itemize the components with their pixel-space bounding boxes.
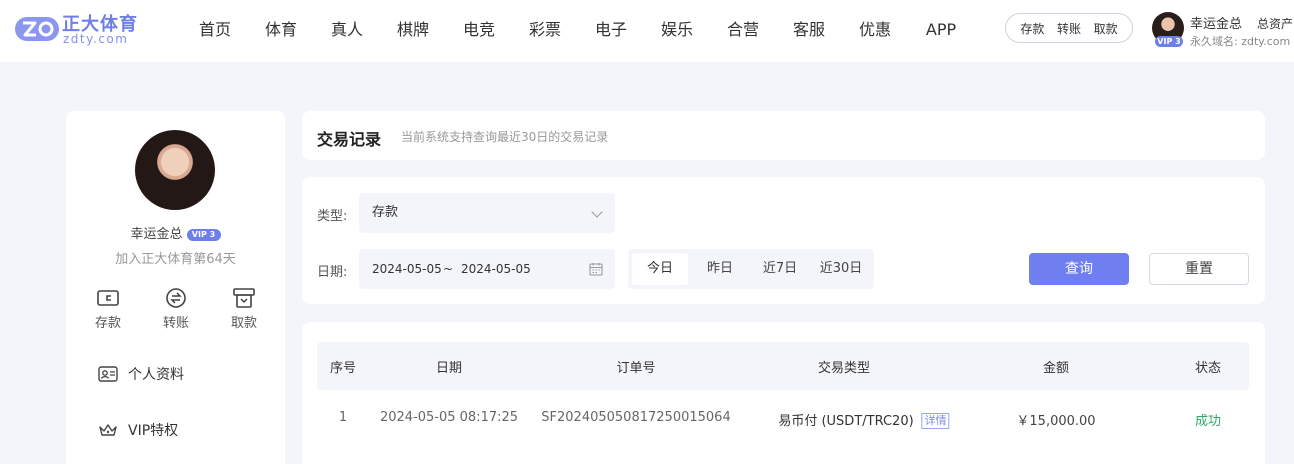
profile-name: 幸运金总 xyxy=(130,227,183,242)
query-button[interactable]: 查询 xyxy=(1029,253,1129,285)
col-header-index: 序号 xyxy=(329,361,357,376)
nav-item-promotions[interactable]: 优惠 xyxy=(842,0,908,62)
sidebar-withdraw-button[interactable]: 取款 xyxy=(212,287,276,331)
sidebar-item-profile[interactable]: 个人资料 xyxy=(98,362,184,386)
wallet-icon xyxy=(97,290,119,306)
table-row: 1 2024-05-05 08:17:25 SF2024050508172500… xyxy=(317,398,1249,438)
type-select-value: 存款 xyxy=(372,205,399,220)
sidebar-item-label: VIP特权 xyxy=(128,423,179,439)
sidebar-deposit-button[interactable]: 存款 xyxy=(76,287,140,331)
filter-card: 类型: 存款 日期: 2024-05-05 ~ 2024-05-05 今日 昨日… xyxy=(302,177,1265,304)
date-separator: ~ xyxy=(443,262,454,276)
date-label: 日期: xyxy=(317,265,348,280)
nav-item-esports[interactable]: 电竞 xyxy=(446,0,512,62)
reset-button[interactable]: 重置 xyxy=(1149,253,1249,285)
page-header-card: 交易记录 当前系统支持查询最近30日的交易记录 xyxy=(302,111,1265,160)
profile-name-row: 幸运金总 VIP 3 xyxy=(66,223,285,242)
cell-order-no: SF202405050817250015064 xyxy=(541,410,731,425)
col-header-type: 交易类型 xyxy=(817,361,871,376)
user-name[interactable]: 幸运金总 xyxy=(1190,13,1242,32)
nav-item-support[interactable]: 客服 xyxy=(776,0,842,62)
transfer-icon xyxy=(166,288,186,308)
quick-actions-pill: 存款 转账 取款 xyxy=(1005,13,1133,43)
total-assets-label[interactable]: 总资产 xyxy=(1257,15,1293,32)
cell-amount: ￥15,000.00 xyxy=(1016,414,1096,429)
nav-item-slots[interactable]: 电子 xyxy=(578,0,644,62)
date-end[interactable]: 2024-05-05 xyxy=(461,249,531,289)
sidebar-withdraw-label: 取款 xyxy=(230,316,257,331)
col-header-date: 日期 xyxy=(435,361,463,376)
user-vip-badge: VIP 3 xyxy=(1155,36,1183,47)
quick-date-tabs: 今日 昨日 近7日 近30日 xyxy=(628,249,874,289)
cell-status: 成功 xyxy=(1194,414,1222,429)
page-subtitle: 当前系统支持查询最近30日的交易记录 xyxy=(401,130,609,144)
brand-subtitle: zdty.com xyxy=(63,32,129,46)
nav-item-cards[interactable]: 棋牌 xyxy=(380,0,446,62)
profile-avatar[interactable] xyxy=(135,130,215,210)
quick-date-today[interactable]: 今日 xyxy=(632,253,688,285)
profile-vip-badge: VIP 3 xyxy=(186,229,221,241)
detail-link[interactable]: 详情 xyxy=(921,413,950,429)
nav-item-entertainment[interactable]: 娱乐 xyxy=(644,0,710,62)
sidebar-deposit-label: 存款 xyxy=(94,316,121,331)
quick-date-yesterday[interactable]: 昨日 xyxy=(692,253,748,285)
main-nav: 首页 体育 真人 棋牌 电竞 彩票 电子 娱乐 合营 客服 优惠 APP xyxy=(182,0,974,62)
permanent-domain: 永久域名: zdty.com xyxy=(1190,35,1291,48)
top-navigation-bar: 正大体育 zdty.com 首页 体育 真人 棋牌 电竞 彩票 电子 娱乐 合营… xyxy=(0,0,1294,62)
quick-date-7days[interactable]: 近7日 xyxy=(752,253,808,285)
logo-mark-icon xyxy=(15,17,59,41)
sidebar-transfer-button[interactable]: 转账 xyxy=(144,287,208,331)
quick-date-30days[interactable]: 近30日 xyxy=(812,253,870,285)
col-header-status: 状态 xyxy=(1194,361,1222,376)
nav-item-partner[interactable]: 合营 xyxy=(710,0,776,62)
sidebar-item-label: 个人资料 xyxy=(128,367,184,383)
withdraw-icon xyxy=(233,288,255,308)
cell-type-text: 易币付 (USDT/TRC20) xyxy=(778,414,914,429)
col-header-amount: 金额 xyxy=(1042,361,1070,376)
table-header: 序号 日期 订单号 交易类型 金额 状态 xyxy=(317,342,1249,390)
sidebar-actions: 存款 转账 取款 xyxy=(76,287,276,331)
nav-item-lottery[interactable]: 彩票 xyxy=(512,0,578,62)
id-card-icon xyxy=(98,366,118,382)
nav-item-app[interactable]: APP xyxy=(908,0,974,62)
date-start[interactable]: 2024-05-05 xyxy=(372,249,442,289)
nav-item-live[interactable]: 真人 xyxy=(314,0,380,62)
calendar-icon xyxy=(589,263,603,276)
membership-days: 加入正大体育第64天 xyxy=(115,252,236,267)
type-label: 类型: xyxy=(317,209,348,224)
nav-item-home[interactable]: 首页 xyxy=(182,0,248,62)
account-sidebar: 幸运金总 VIP 3 加入正大体育第64天 存款 转账 取款 个人资料 VIP特… xyxy=(66,111,285,464)
page-title: 交易记录 xyxy=(317,130,382,149)
transactions-table-card: 序号 日期 订单号 交易类型 金额 状态 1 2024-05-05 08:17:… xyxy=(302,322,1265,464)
type-select[interactable]: 存款 xyxy=(359,193,615,233)
cell-index: 1 xyxy=(338,410,348,425)
cell-type: 易币付 (USDT/TRC20) 详情 xyxy=(778,410,950,429)
cell-date: 2024-05-05 08:17:25 xyxy=(379,410,519,425)
chevron-down-icon xyxy=(591,206,603,218)
quick-deposit-link[interactable]: 存款 xyxy=(1020,20,1044,37)
sidebar-item-vip[interactable]: VIP特权 xyxy=(98,418,178,442)
quick-withdraw-link[interactable]: 取款 xyxy=(1094,20,1118,37)
brand-logo[interactable]: 正大体育 zdty.com xyxy=(14,10,144,50)
nav-item-sports[interactable]: 体育 xyxy=(248,0,314,62)
crown-icon xyxy=(99,424,117,436)
date-range-picker[interactable]: 2024-05-05 ~ 2024-05-05 xyxy=(359,249,615,289)
col-header-order-no: 订单号 xyxy=(616,361,656,376)
quick-transfer-link[interactable]: 转账 xyxy=(1057,20,1081,37)
sidebar-transfer-label: 转账 xyxy=(162,316,189,331)
